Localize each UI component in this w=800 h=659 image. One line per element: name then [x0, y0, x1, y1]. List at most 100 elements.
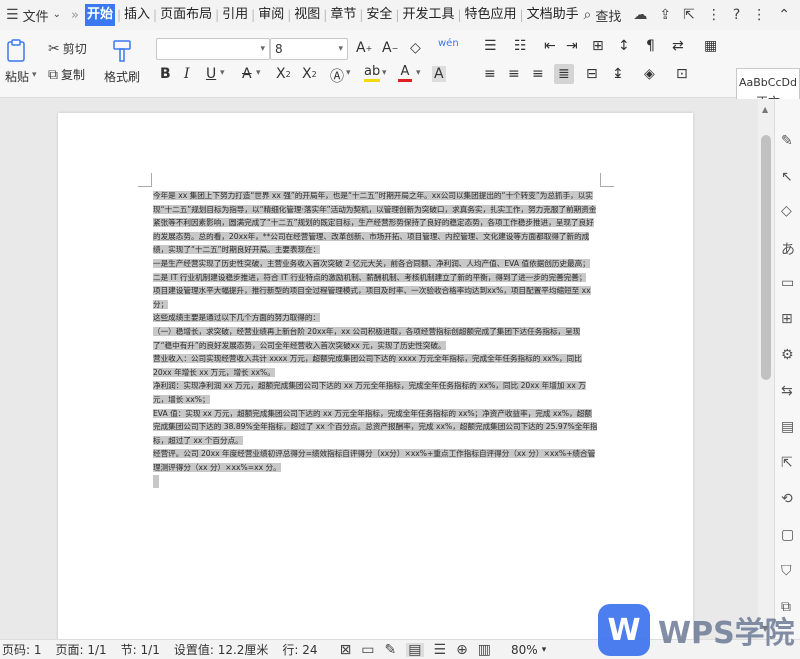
- align-right-icon[interactable]: ≡: [532, 66, 544, 82]
- subscript-icon[interactable]: X2: [302, 66, 317, 82]
- superscript-icon[interactable]: X2: [276, 66, 291, 82]
- security-icon[interactable]: ⛉: [781, 563, 792, 579]
- copy-button[interactable]: ⧉ 复制: [48, 66, 85, 83]
- read-mode-icon[interactable]: ▥: [478, 643, 491, 657]
- grid-icon[interactable]: ⊞: [781, 311, 793, 327]
- strikethrough-dropdown-icon[interactable]: ▾: [256, 68, 261, 78]
- paragraph[interactable]: 项目建设管理水平大幅提升，推行新型的项目全过程管理模式，项目及时率、一次验收合格…: [153, 284, 599, 311]
- text-effect-icon[interactable]: Ⓐ: [330, 66, 344, 86]
- paragraph[interactable]: 这些成绩主要是通过以下几个方面的努力取得的：: [153, 311, 599, 325]
- underline-icon[interactable]: U: [206, 66, 216, 82]
- tab-4[interactable]: 审阅: [257, 4, 285, 26]
- paragraph[interactable]: 今年是 xx 集团上下努力打造“世界 xx 强”的开局年，也是“十二五”时期开局…: [153, 189, 599, 257]
- export-icon[interactable]: ⇱: [683, 8, 695, 22]
- increase-indent-icon[interactable]: ⇥: [566, 38, 578, 54]
- cut-button[interactable]: ✂ 剪切: [48, 40, 87, 57]
- edit-icon[interactable]: ✎: [781, 133, 793, 149]
- format-painter-button[interactable]: 格式刷: [104, 38, 140, 85]
- cloud-sync-icon[interactable]: ☁: [633, 8, 647, 22]
- status-pages[interactable]: 页面: 1/1: [56, 641, 107, 658]
- paragraph-mark-icon[interactable]: ¶: [646, 38, 655, 54]
- scroll-up-icon[interactable]: ▲: [762, 105, 768, 114]
- transfer-icon[interactable]: ⇆: [781, 383, 793, 399]
- search-button[interactable]: ⌕ 查找: [584, 6, 622, 25]
- tab-10[interactable]: 文档助手: [526, 4, 580, 26]
- text-direction-icon[interactable]: ⇄: [672, 38, 684, 54]
- status-page[interactable]: 页码: 1: [2, 641, 42, 658]
- scrollbar-thumb[interactable]: [761, 135, 771, 380]
- tab-3[interactable]: 引用: [221, 4, 249, 26]
- adjust-icon[interactable]: ⚙: [781, 347, 794, 363]
- more-tabs-icon[interactable]: »: [71, 8, 79, 23]
- distributed-align-icon[interactable]: ⊟: [586, 66, 598, 82]
- paragraph-sort-icon[interactable]: ↕: [618, 38, 630, 54]
- table-icon[interactable]: ▦: [704, 38, 717, 54]
- paragraph[interactable]: 营业收入：公司实现经营收入共计 xxxx 万元，超额完成集团公司下达的 xxxx…: [153, 352, 599, 379]
- share-out-icon[interactable]: ⇱: [781, 455, 793, 471]
- shapes-icon[interactable]: ◇: [781, 203, 792, 219]
- text-effect-dropdown-icon[interactable]: ▾: [346, 68, 351, 78]
- share-icon[interactable]: ⇪: [659, 8, 671, 22]
- bullet-list-icon[interactable]: ☰: [484, 38, 497, 54]
- pen-icon[interactable]: ✎: [385, 643, 397, 657]
- decrease-indent-icon[interactable]: ⇤: [544, 38, 556, 54]
- line-spacing-icon[interactable]: ↨: [612, 66, 624, 82]
- document-workspace[interactable]: 今年是 xx 集团上下努力打造“世界 xx 强”的开局年，也是“十二五”时期开局…: [0, 99, 758, 639]
- tab-8[interactable]: 开发工具: [401, 4, 455, 26]
- more-options-icon[interactable]: ⋮: [707, 8, 721, 22]
- tab-1[interactable]: 插入: [123, 4, 151, 26]
- paragraph[interactable]: 净利润：实现净利润 xx 万元，超额完成集团公司下达的 xx 万元全年指标，完成…: [153, 379, 599, 406]
- image-icon[interactable]: ▭: [781, 275, 794, 291]
- outline-view-icon[interactable]: ☰: [434, 643, 447, 657]
- protect-icon[interactable]: ▭: [361, 643, 374, 657]
- underline-dropdown-icon[interactable]: ▾: [220, 68, 225, 78]
- align-left-icon[interactable]: ≡: [484, 66, 496, 82]
- font-size-select[interactable]: 8 ▾: [270, 38, 348, 60]
- tab-6[interactable]: 章节: [329, 4, 357, 26]
- strikethrough-icon[interactable]: A: [242, 66, 252, 82]
- zoom-level[interactable]: 80%: [511, 643, 538, 657]
- translate-icon[interactable]: あ: [781, 239, 795, 259]
- highlight-dropdown-icon[interactable]: ▾: [382, 68, 387, 78]
- translate-ai-icon[interactable]: ⟲: [781, 491, 793, 507]
- paste-button[interactable]: 粘贴: [4, 38, 30, 85]
- tab-7[interactable]: 安全: [365, 4, 393, 26]
- phonetic-guide-icon[interactable]: wén: [438, 38, 459, 49]
- justify-icon[interactable]: ≣: [554, 64, 574, 84]
- document-body[interactable]: 今年是 xx 集团上下努力打造“世界 xx 强”的开局年，也是“十二五”时期开局…: [153, 189, 599, 489]
- bold-icon[interactable]: B: [160, 66, 171, 82]
- tab-9[interactable]: 特色应用: [464, 4, 518, 26]
- numbered-list-icon[interactable]: ☷: [514, 38, 527, 54]
- status-line[interactable]: 行: 24: [282, 641, 317, 658]
- shading-icon[interactable]: ◈: [644, 66, 655, 82]
- borders-icon[interactable]: ⊡: [676, 66, 688, 82]
- shrink-font-icon[interactable]: A −: [382, 40, 398, 56]
- align-center-icon[interactable]: ≡: [508, 66, 520, 82]
- collapse-ribbon-icon[interactable]: ⌃: [778, 8, 790, 22]
- paragraph[interactable]: EVA 值：实现 xx 万元，超额完成集团公司下达的 xx 万元全年指标，完成全…: [153, 407, 599, 448]
- spellcheck-icon[interactable]: ⊠: [340, 643, 352, 657]
- font-name-select[interactable]: ▾: [156, 38, 270, 60]
- font-color-icon[interactable]: A: [398, 64, 412, 82]
- select-cursor-icon[interactable]: ↖: [781, 169, 793, 185]
- empty-selected-line[interactable]: [153, 475, 159, 489]
- tab-2[interactable]: 页面布局: [159, 4, 213, 26]
- character-shading-icon[interactable]: A: [432, 66, 446, 82]
- paragraph[interactable]: 二是 IT 行业机制建设稳步推进，符合 IT 行业特点的激励机制、薪酬机制、考核…: [153, 271, 599, 285]
- page-view-icon[interactable]: ▤: [406, 642, 424, 657]
- more-options-icon[interactable]: ⋮: [752, 8, 766, 22]
- paragraph[interactable]: 经营评。公司 20xx 年度经营业绩初评总得分=绩效指标自评得分（xx分）×xx…: [153, 447, 599, 474]
- help-icon[interactable]: ?: [733, 8, 740, 22]
- zoom-dropdown-icon[interactable]: ▾: [542, 645, 547, 655]
- paragraph[interactable]: 一是生产经营实现了历史性突破，主营业务收入首次突破 2 亿元大关，前各合同额、净…: [153, 257, 599, 271]
- document-page[interactable]: 今年是 xx 集团上下努力打造“世界 xx 强”的开局年，也是“十二五”时期开局…: [58, 113, 693, 639]
- chinese-layout-icon[interactable]: ⊞: [592, 38, 604, 54]
- paragraph[interactable]: （一）稳增长，求突破，经营业绩再上新台阶 20xx年，xx 公司积极进取，各项经…: [153, 325, 599, 352]
- web-view-icon[interactable]: ⊕: [456, 643, 468, 657]
- italic-icon[interactable]: I: [184, 66, 190, 82]
- pictures-icon[interactable]: ▤: [781, 419, 794, 435]
- document-info-icon[interactable]: ▢: [781, 527, 794, 543]
- font-color-dropdown-icon[interactable]: ▾: [416, 68, 421, 78]
- clear-format-icon[interactable]: ◇: [410, 40, 421, 56]
- tab-0[interactable]: 开始: [84, 4, 115, 26]
